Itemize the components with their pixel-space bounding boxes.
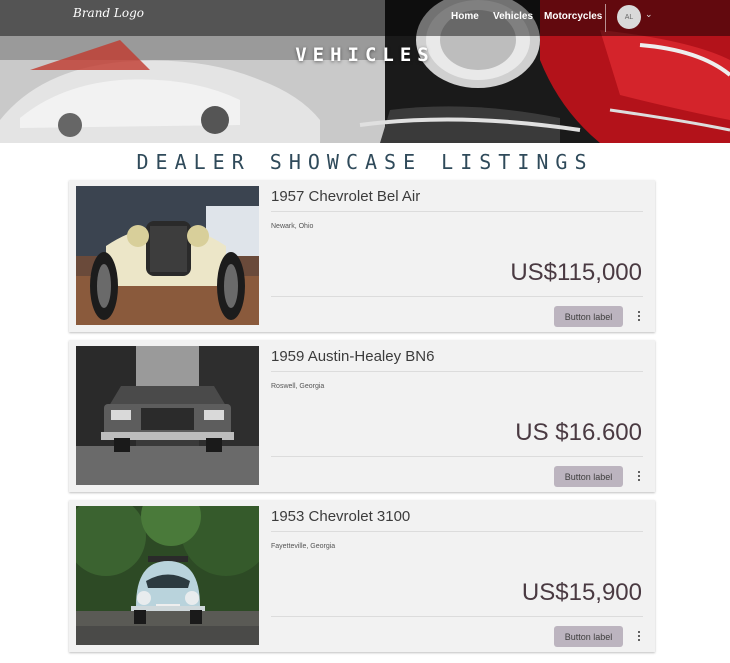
- listing-location: Fayetteville, Georgia: [271, 543, 336, 550]
- nav-home-link[interactable]: Home: [451, 11, 479, 22]
- listing-price: US$15,900: [521, 579, 642, 606]
- listing-action-button[interactable]: Button label: [554, 466, 623, 487]
- nav-divider: [605, 4, 606, 32]
- divider: [271, 211, 643, 212]
- top-navigation-bar: Brand Logo Home Vehicles Motorcycles AL …: [0, 0, 730, 36]
- section-title: DEALER SHOWCASE LISTINGS: [136, 150, 594, 174]
- listing-card: 1957 Chevrolet Bel Air Newark, Ohio US$1…: [69, 180, 655, 332]
- listing-photo[interactable]: [76, 506, 259, 645]
- brand-logo[interactable]: Brand Logo: [73, 6, 144, 20]
- divider: [271, 456, 643, 457]
- divider: [271, 616, 643, 617]
- chevron-down-icon[interactable]: ⌄: [645, 10, 653, 20]
- listing-title[interactable]: 1959 Austin-Healey BN6: [271, 348, 434, 365]
- listing-title[interactable]: 1957 Chevrolet Bel Air: [271, 188, 420, 205]
- user-avatar[interactable]: AL: [617, 5, 641, 29]
- more-vertical-icon[interactable]: [635, 627, 643, 645]
- listing-action-button[interactable]: Button label: [554, 626, 623, 647]
- listing-card: 1953 Chevrolet 3100 Fayetteville, Georgi…: [69, 500, 655, 652]
- listing-card: 1959 Austin-Healey BN6 Roswell, Georgia …: [69, 340, 655, 492]
- hero-banner: Brand Logo Home Vehicles Motorcycles AL …: [0, 0, 730, 143]
- listing-photo[interactable]: [76, 186, 259, 325]
- divider: [271, 296, 643, 297]
- listing-price: US $16.600: [515, 419, 642, 446]
- listing-location: Newark, Ohio: [271, 223, 314, 230]
- listing-action-button[interactable]: Button label: [554, 306, 623, 327]
- nav-vehicles-link[interactable]: Vehicles: [493, 11, 533, 22]
- listing-price: US$115,000: [510, 259, 642, 286]
- hero-title: VEHICLES: [295, 44, 435, 66]
- divider: [271, 531, 643, 532]
- nav-motorcycles-link[interactable]: Motorcycles: [544, 11, 602, 22]
- listing-location: Roswell, Georgia: [271, 383, 325, 390]
- divider: [271, 371, 643, 372]
- more-vertical-icon[interactable]: [635, 467, 643, 485]
- listing-photo[interactable]: [76, 346, 259, 485]
- more-vertical-icon[interactable]: [635, 307, 643, 325]
- listing-title[interactable]: 1953 Chevrolet 3100: [271, 508, 410, 525]
